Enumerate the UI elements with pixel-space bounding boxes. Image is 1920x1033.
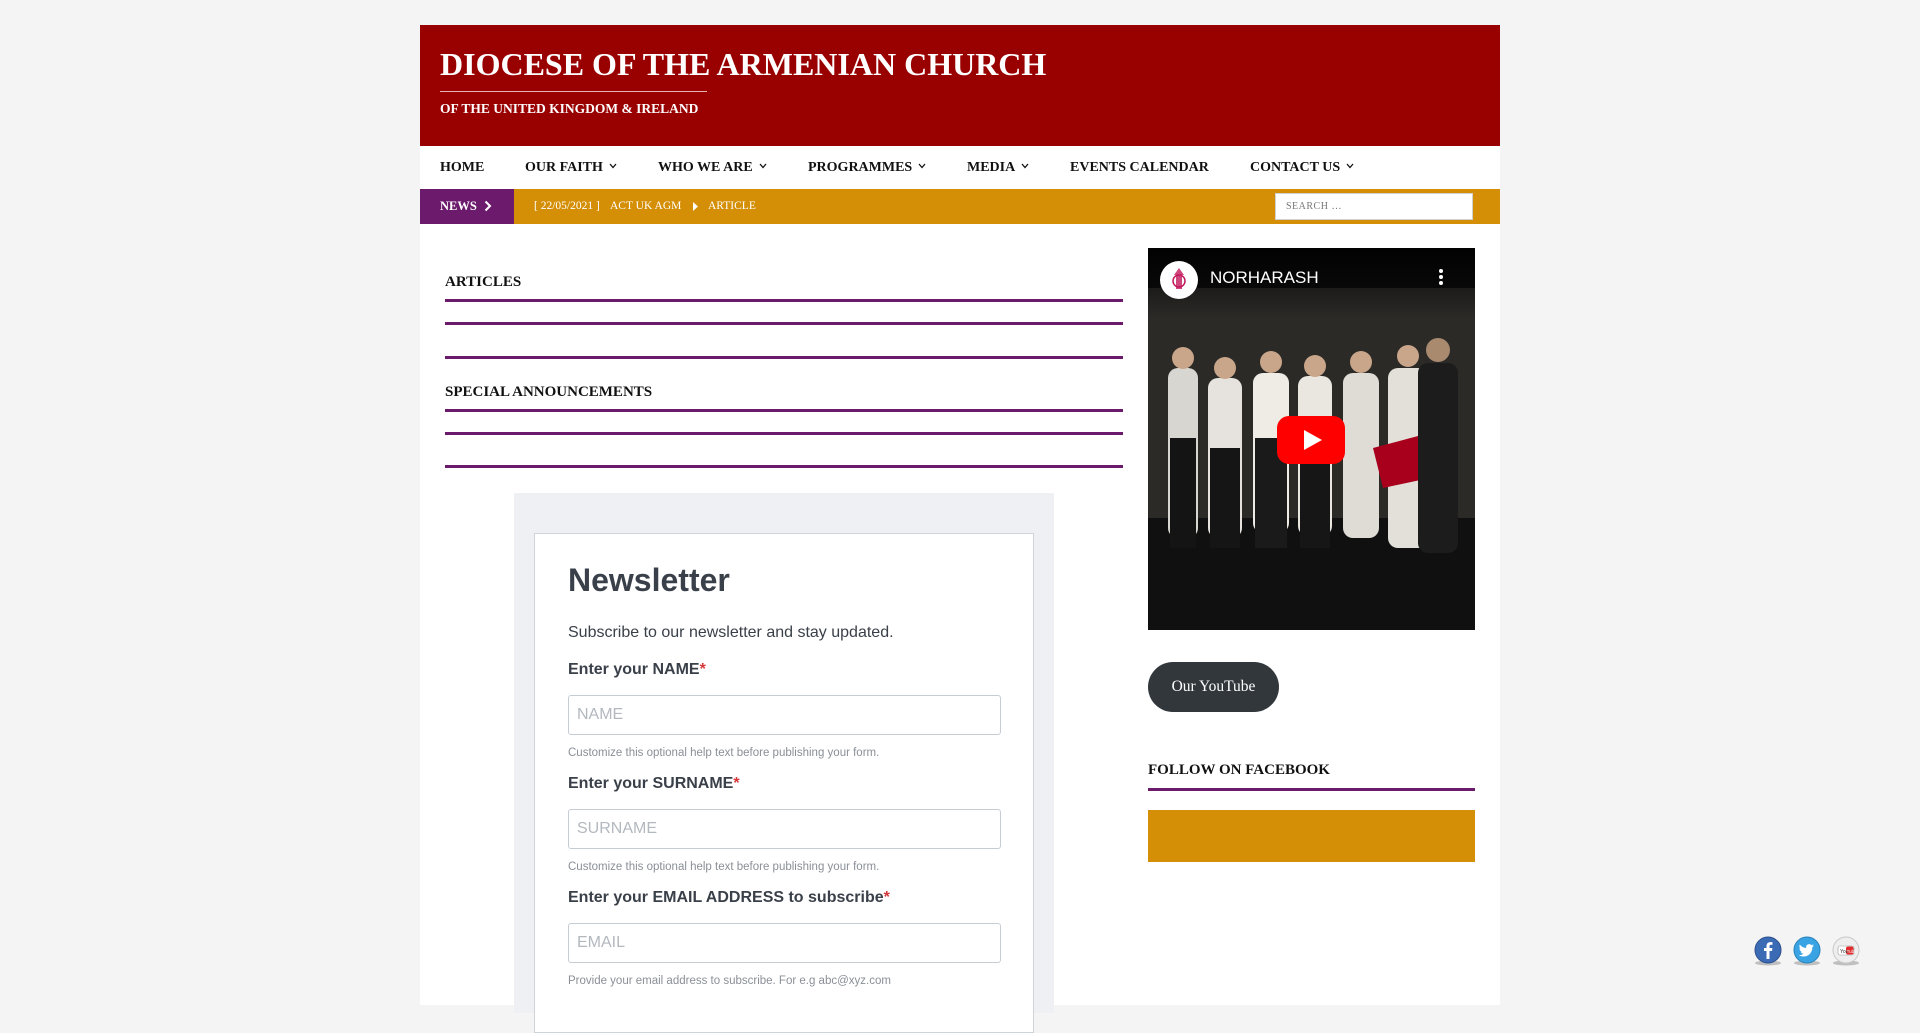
chevron-down-icon: [759, 163, 767, 169]
search-input[interactable]: [1275, 193, 1473, 220]
nav-label: CONTACT US: [1250, 160, 1341, 175]
nav-label: EVENTS CALENDAR: [1070, 160, 1209, 175]
caret-right-icon: [693, 202, 698, 211]
newsletter-section: Newsletter Subscribe to our newsletter a…: [514, 493, 1054, 1033]
announcements-divider: [445, 432, 1123, 435]
announcements-divider: [445, 465, 1123, 468]
email-help-text: Provide your email address to subscribe.…: [568, 975, 891, 987]
surname-field[interactable]: [568, 809, 1001, 849]
name-field[interactable]: [568, 695, 1001, 735]
facebook-icon[interactable]: [1753, 936, 1783, 966]
channel-logo-icon: [1162, 263, 1196, 297]
nav-label: MEDIA: [967, 160, 1016, 175]
newsletter-description: Subscribe to our newsletter and stay upd…: [568, 624, 894, 641]
our-youtube-button[interactable]: Our YouTube: [1148, 662, 1279, 712]
surname-help-text: Customize this optional help text before…: [568, 861, 880, 873]
nav-item-events-calendar[interactable]: EVENTS CALENDAR: [1070, 146, 1209, 189]
name-label: Enter your NAME*: [568, 661, 706, 679]
ticker-date: [ 22/05/2021 ]: [534, 200, 600, 212]
chevron-down-icon: [1021, 163, 1029, 169]
main-navigation: HOME OUR FAITH WHO WE ARE PROGRAMMES MED…: [420, 146, 1500, 189]
announcements-title: SPECIAL ANNOUNCEMENTS: [445, 384, 653, 400]
articles-divider: [445, 356, 1123, 359]
nav-item-who-we-are[interactable]: WHO WE ARE: [658, 146, 767, 189]
title-divider: [440, 91, 707, 92]
nav-item-home[interactable]: HOME: [440, 146, 484, 189]
required-mark: *: [883, 889, 890, 906]
news-label-text: NEWS: [440, 199, 477, 213]
chevron-right-icon: [484, 200, 492, 212]
newsletter-title: Newsletter: [568, 562, 730, 598]
chevron-down-icon: [609, 163, 617, 169]
site-container: DIOCESE OF THE ARMENIAN CHURCH OF THE UN…: [420, 25, 1500, 1033]
surname-label: Enter your SURNAME*: [568, 775, 740, 793]
nav-label: HOME: [440, 160, 485, 175]
channel-logo[interactable]: [1160, 261, 1198, 299]
news-label: NEWS: [420, 189, 514, 224]
email-field[interactable]: [568, 923, 1001, 963]
facebook-widget[interactable]: [1148, 810, 1475, 862]
svg-text:Tube: Tube: [1847, 949, 1858, 954]
twitter-icon[interactable]: [1792, 936, 1822, 966]
required-mark: *: [699, 661, 706, 678]
articles-title: ARTICLES: [445, 274, 522, 290]
email-label: Enter your EMAIL ADDRESS to subscribe*: [568, 889, 890, 907]
facebook-divider: [1148, 788, 1475, 791]
nav-label: PROGRAMMES: [808, 160, 913, 175]
site-title[interactable]: DIOCESE OF THE ARMENIAN CHURCH: [440, 46, 1046, 83]
ticker-headline[interactable]: ACT UK AGM: [610, 189, 681, 224]
name-label-text: Enter your NAME: [568, 661, 700, 678]
chevron-down-icon: [1346, 163, 1354, 169]
nav-label: OUR FAITH: [525, 160, 603, 175]
play-icon[interactable]: [1277, 416, 1345, 464]
announcements-divider: [445, 409, 1123, 412]
nav-item-programmes[interactable]: PROGRAMMES: [808, 146, 926, 189]
nav-item-contact-us[interactable]: CONTACT US: [1250, 146, 1354, 189]
site-header: DIOCESE OF THE ARMENIAN CHURCH OF THE UN…: [420, 25, 1500, 146]
ticker-category[interactable]: ARTICLE: [708, 189, 756, 224]
surname-label-text: Enter your SURNAME: [568, 775, 734, 792]
nav-label: WHO WE ARE: [658, 160, 753, 175]
facebook-title: FOLLOW ON FACEBOOK: [1148, 762, 1330, 778]
name-help-text: Customize this optional help text before…: [568, 747, 880, 759]
site-subtitle: OF THE UNITED KINGDOM & IRELAND: [440, 101, 699, 116]
chevron-down-icon: [918, 163, 926, 169]
more-options-icon[interactable]: [1438, 268, 1444, 286]
nav-item-our-faith[interactable]: OUR FAITH: [525, 146, 617, 189]
newsletter-form: Newsletter Subscribe to our newsletter a…: [534, 533, 1034, 1033]
articles-divider: [445, 299, 1123, 302]
email-label-text: Enter your EMAIL ADDRESS to subscribe: [568, 889, 884, 906]
youtube-icon[interactable]: You Tube: [1831, 936, 1861, 966]
news-ticker: NEWS [ 22/05/2021 ] ACT UK AGM ARTICLE: [420, 189, 1500, 224]
required-mark: *: [733, 775, 740, 792]
youtube-video-embed[interactable]: NORHARASH: [1148, 248, 1475, 630]
video-title[interactable]: NORHARASH: [1210, 268, 1319, 288]
nav-item-media[interactable]: MEDIA: [967, 146, 1029, 189]
articles-divider: [445, 322, 1123, 325]
